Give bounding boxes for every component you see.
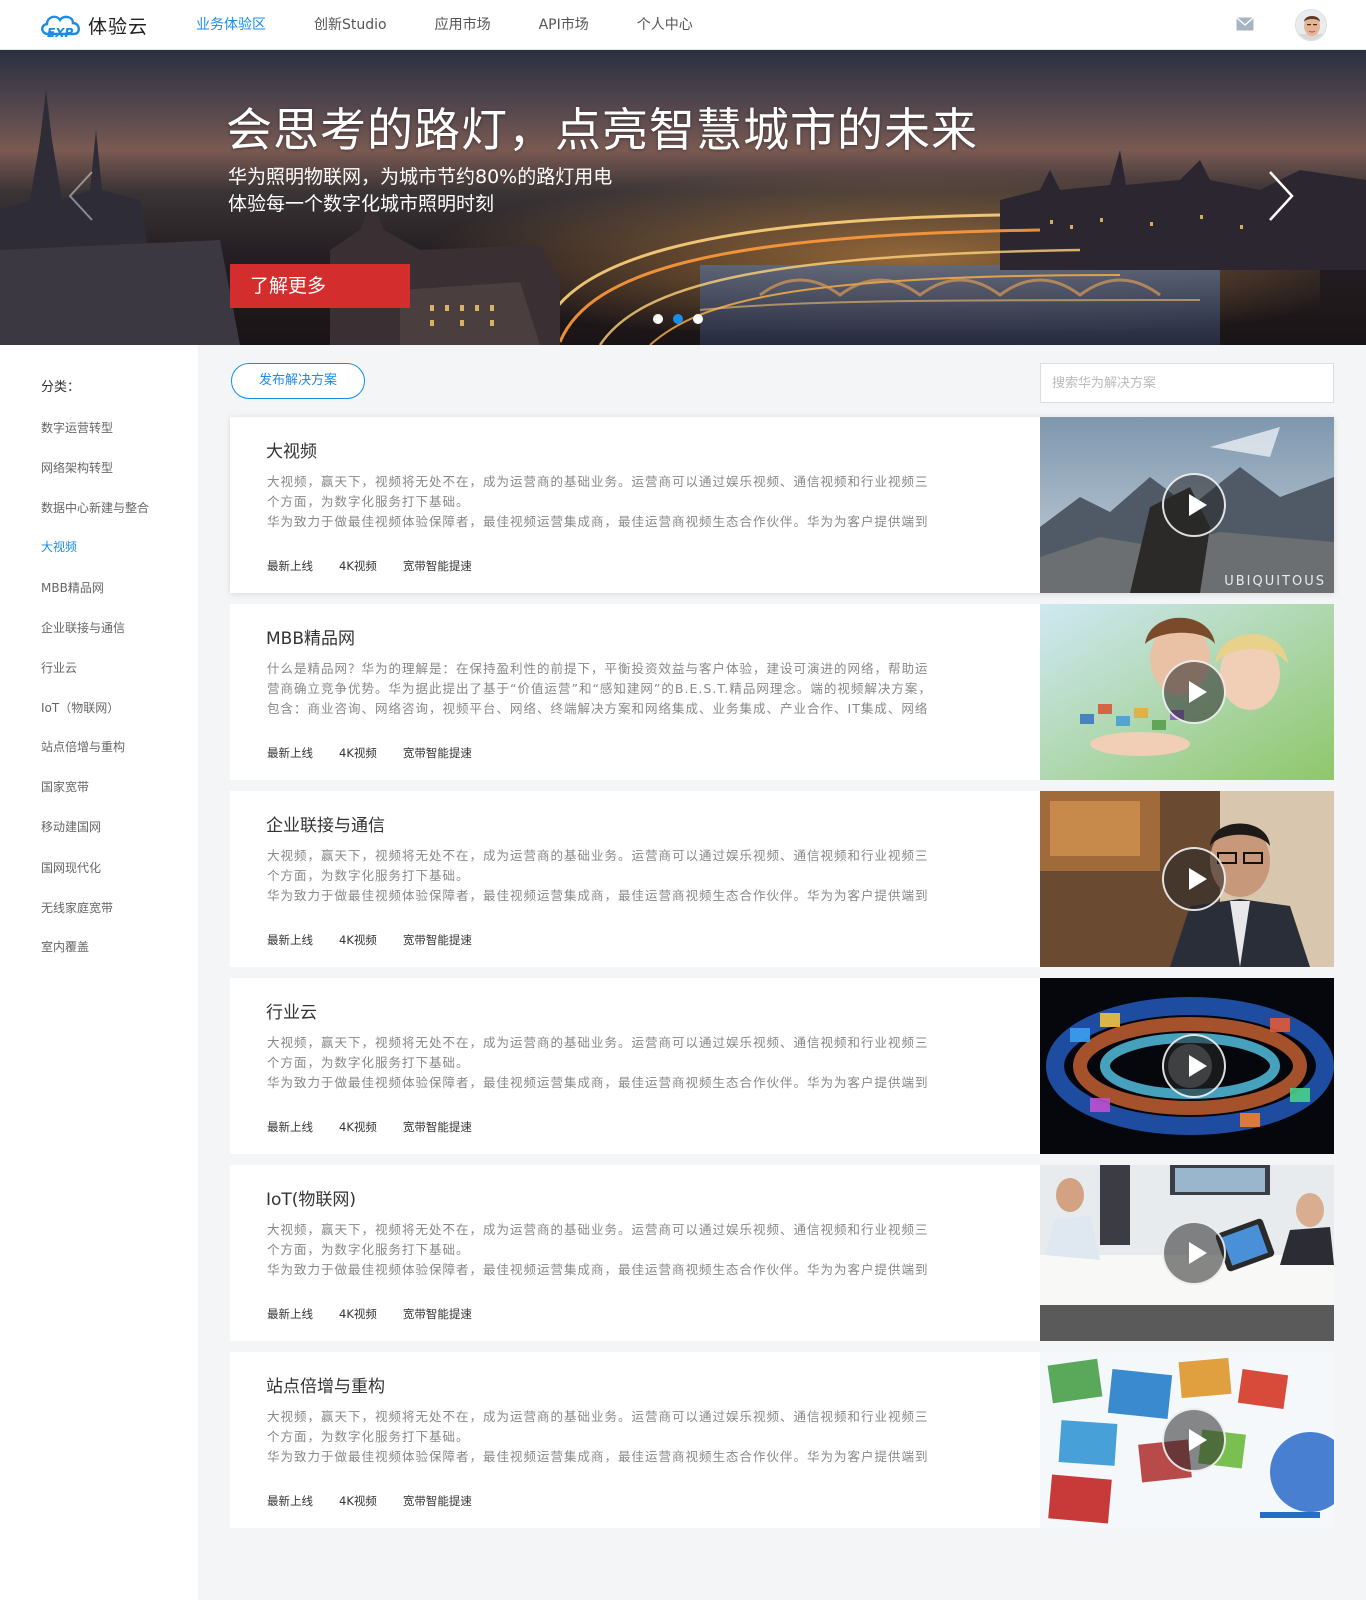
solution-card[interactable]: 大视频 大视频，赢天下，视频将无处不在，成为运营商的基础业务。运营商可以通过娱乐…: [230, 417, 1334, 593]
card-description: 什么是精品网？华为的理解是：在保持盈利性的前提下，平衡投资效益与客户体验，建设可…: [267, 661, 932, 716]
sidebar-item-industry-cloud[interactable]: 行业云: [41, 659, 77, 676]
publish-solution-button[interactable]: 发布解决方案: [231, 363, 365, 399]
nav-item-studio[interactable]: 创新Studio: [290, 0, 411, 50]
sidebar-item-indoor[interactable]: 室内覆盖: [41, 938, 89, 955]
solution-card[interactable]: IoT(物联网) 大视频，赢天下，视频将无处不在，成为运营商的基础业务。运营商可…: [230, 1165, 1334, 1341]
card-tags: 最新上线 4K视频 宽带智能提速: [267, 1306, 498, 1322]
sidebar-item-enterprise[interactable]: 企业联接与通信: [41, 619, 125, 636]
card-description: 大视频，赢天下，视频将无处不在，成为运营商的基础业务。运营商可以通过娱乐视频、通…: [267, 1222, 929, 1277]
card-tags: 最新上线 4K视频 宽带智能提速: [267, 932, 498, 948]
nav-item-personal-center[interactable]: 个人中心: [613, 0, 717, 50]
learn-more-button[interactable]: 了解更多: [230, 264, 410, 308]
nav-item-business-zone[interactable]: 业务体验区: [172, 0, 290, 50]
tag[interactable]: 宽带智能提速: [403, 1306, 472, 1322]
nav-item-api-market[interactable]: API市场: [515, 0, 613, 50]
user-avatar[interactable]: [1295, 9, 1327, 41]
category-sidebar: 分类： 数字运营转型 网络架构转型 数据中心新建与整合 大视频 MBB精品网 企…: [0, 345, 198, 1600]
mail-icon[interactable]: [1236, 17, 1254, 31]
sidebar-item-home-broadband[interactable]: 无线家庭宽带: [41, 899, 113, 916]
video-thumbnail[interactable]: [1040, 1165, 1334, 1341]
card-description: 大视频，赢天下，视频将无处不在，成为运营商的基础业务。运营商可以通过娱乐视频、通…: [267, 1409, 929, 1464]
play-icon[interactable]: [1162, 1221, 1226, 1285]
tag[interactable]: 4K视频: [339, 1493, 377, 1509]
sidebar-item-national-broadband[interactable]: 国家宽带: [41, 778, 89, 795]
tag[interactable]: 最新上线: [267, 558, 313, 574]
sidebar-item-video[interactable]: 大视频: [41, 538, 77, 555]
carousel-dot-active[interactable]: [673, 314, 683, 324]
video-thumbnail[interactable]: [1040, 791, 1334, 967]
carousel-dot[interactable]: [653, 314, 663, 324]
play-icon[interactable]: [1162, 1408, 1226, 1472]
banner-subtitle-2: 体验每一个数字化城市照明时刻: [228, 193, 495, 215]
solution-card[interactable]: 企业联接与通信 大视频，赢天下，视频将无处不在，成为运营商的基础业务。运营商可以…: [230, 791, 1334, 967]
brand-logo[interactable]: EXP 体验云: [38, 10, 148, 40]
video-thumbnail[interactable]: [1040, 604, 1334, 780]
thumbnail-watermark: UBIQUITOUS: [1224, 574, 1326, 589]
sidebar-item-datacenter[interactable]: 数据中心新建与整合: [41, 499, 149, 516]
card-title[interactable]: 企业联接与通信: [266, 811, 385, 836]
tag[interactable]: 4K视频: [339, 932, 377, 948]
category-heading: 分类：: [41, 380, 81, 395]
card-description: 大视频，赢天下，视频将无处不在，成为运营商的基础业务。运营商可以通过娱乐视频、通…: [267, 848, 929, 903]
card-title[interactable]: IoT(物联网): [266, 1185, 356, 1210]
avatar-image: [1296, 10, 1326, 40]
hero-banner: 会思考的路灯，点亮智慧城市的未来 华为照明物联网，为城市节约80%的路灯用电 体…: [0, 50, 1366, 345]
sidebar-item-digital-ops[interactable]: 数字运营转型: [41, 419, 113, 436]
video-thumbnail[interactable]: [1040, 1352, 1334, 1528]
tag[interactable]: 4K视频: [339, 745, 377, 761]
tag[interactable]: 宽带智能提速: [403, 932, 472, 948]
banner-title: 会思考的路灯，点亮智慧城市的未来: [226, 103, 978, 157]
sidebar-item-gov-network[interactable]: 国网现代化: [41, 859, 101, 876]
banner-subtitle-1: 华为照明物联网，为城市节约80%的路灯用电: [228, 166, 613, 188]
sidebar-item-mbb[interactable]: MBB精品网: [41, 579, 104, 596]
play-icon[interactable]: [1162, 660, 1226, 724]
tag[interactable]: 宽带智能提速: [403, 1493, 472, 1509]
sidebar-item-iot[interactable]: IoT（物联网）: [41, 699, 119, 716]
card-title[interactable]: 站点倍增与重构: [266, 1372, 385, 1397]
carousel-dots: [653, 314, 703, 324]
tag[interactable]: 4K视频: [339, 1119, 377, 1135]
play-icon[interactable]: [1162, 1034, 1226, 1098]
tag[interactable]: 4K视频: [339, 558, 377, 574]
chevron-left-icon[interactable]: [66, 170, 96, 222]
sidebar-item-site[interactable]: 站点倍增与重构: [41, 738, 125, 755]
solution-card[interactable]: 行业云 大视频，赢天下，视频将无处不在，成为运营商的基础业务。运营商可以通过娱乐…: [230, 978, 1334, 1154]
card-tags: 最新上线 4K视频 宽带智能提速: [267, 1493, 498, 1509]
card-title[interactable]: 大视频: [266, 437, 317, 462]
solution-card[interactable]: MBB精品网 什么是精品网？华为的理解是：在保持盈利性的前提下，平衡投资效益与客…: [230, 604, 1334, 780]
card-title[interactable]: 行业云: [266, 998, 317, 1023]
tag[interactable]: 最新上线: [267, 745, 313, 761]
search-input[interactable]: [1040, 363, 1334, 403]
tag[interactable]: 宽带智能提速: [403, 745, 472, 761]
carousel-dot[interactable]: [693, 314, 703, 324]
card-description: 大视频，赢天下，视频将无处不在，成为运营商的基础业务。运营商可以通过娱乐视频、通…: [267, 474, 929, 529]
video-thumbnail[interactable]: UBIQUITOUS: [1040, 417, 1334, 593]
card-tags: 最新上线 4K视频 宽带智能提速: [267, 1119, 498, 1135]
play-icon[interactable]: [1162, 847, 1226, 911]
play-icon[interactable]: [1162, 473, 1226, 537]
tag[interactable]: 最新上线: [267, 932, 313, 948]
tag[interactable]: 最新上线: [267, 1493, 313, 1509]
tag[interactable]: 宽带智能提速: [403, 558, 472, 574]
card-description: 大视频，赢天下，视频将无处不在，成为运营商的基础业务。运营商可以通过娱乐视频、通…: [267, 1035, 929, 1090]
tag[interactable]: 宽带智能提速: [403, 1119, 472, 1135]
card-tags: 最新上线 4K视频 宽带智能提速: [267, 745, 498, 761]
nav-item-app-market[interactable]: 应用市场: [411, 0, 515, 50]
sidebar-item-mobile-network[interactable]: 移动建国网: [41, 818, 101, 835]
card-title[interactable]: MBB精品网: [266, 624, 355, 649]
svg-text:EXP: EXP: [47, 26, 73, 40]
video-thumbnail[interactable]: [1040, 978, 1334, 1154]
chevron-right-icon[interactable]: [1266, 170, 1296, 222]
solution-card[interactable]: 站点倍增与重构 大视频，赢天下，视频将无处不在，成为运营商的基础业务。运营商可以…: [230, 1352, 1334, 1528]
brand-name: 体验云: [88, 15, 149, 38]
card-tags: 最新上线 4K视频 宽带智能提速: [267, 558, 498, 574]
top-header: EXP 体验云 业务体验区 创新Studio 应用市场 API市场 个人中心: [0, 0, 1366, 50]
tag[interactable]: 4K视频: [339, 1306, 377, 1322]
tag[interactable]: 最新上线: [267, 1119, 313, 1135]
sidebar-item-network-arch[interactable]: 网络架构转型: [41, 459, 113, 476]
cloud-logo-icon: EXP: [41, 15, 80, 40]
main-nav: 业务体验区 创新Studio 应用市场 API市场 个人中心: [172, 0, 717, 50]
tag[interactable]: 最新上线: [267, 1306, 313, 1322]
